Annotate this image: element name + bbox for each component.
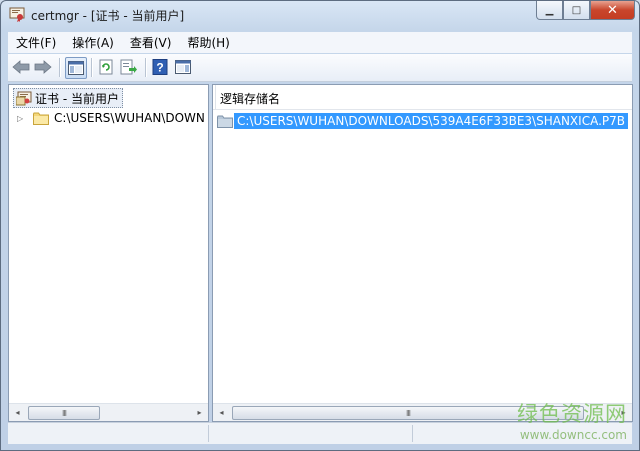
expand-arrow-icon[interactable]: ▷ [17, 114, 27, 123]
toolbar-separator [145, 58, 147, 77]
refresh-button[interactable] [97, 58, 115, 76]
details-horizontal-scrollbar[interactable]: ◂ III ▸ [213, 403, 632, 421]
certificates-snapin-icon [16, 91, 32, 105]
window-title: certmgr - [证书 - 当前用户] [31, 9, 185, 23]
back-button[interactable] [12, 58, 30, 76]
scroll-thumb[interactable]: III [232, 406, 584, 420]
scroll-right-icon[interactable]: ▸ [615, 404, 632, 421]
show-hide-console-tree-icon [68, 61, 84, 75]
export-list-icon [120, 59, 137, 75]
forward-arrow-icon [34, 60, 52, 74]
back-arrow-icon [12, 60, 30, 74]
maximize-icon: □ [571, 4, 582, 16]
toolbar-separator [59, 58, 61, 77]
grip-icon: III [405, 408, 411, 418]
column-divider [215, 85, 216, 109]
app-window: certmgr - [证书 - 当前用户] ▁ □ ✕ 文件(F) 操作(A) … [0, 0, 640, 451]
forward-button[interactable] [34, 58, 52, 76]
status-cell [208, 425, 413, 442]
folder-icon [33, 112, 49, 125]
menu-bar: 文件(F) 操作(A) 查看(V) 帮助(H) [8, 32, 632, 53]
help-button[interactable]: ? [151, 58, 169, 76]
tree-root-node[interactable]: 证书 - 当前用户 [13, 88, 123, 108]
minimize-button[interactable]: ▁ [536, 1, 563, 20]
toolbar-separator [91, 58, 93, 77]
tree-store-node[interactable]: ▷ C:\USERS\WUHAN\DOWN [17, 109, 205, 127]
tree-horizontal-scrollbar[interactable]: ◂ III ▸ [9, 403, 208, 421]
console-tree-pane[interactable]: 证书 - 当前用户 ▷ C:\USERS\WUHAN\DOWN ◂ III ▸ [8, 84, 209, 422]
status-bar [8, 422, 632, 444]
column-header[interactable]: 逻辑存储名 [213, 85, 632, 110]
help-icon: ? [152, 59, 168, 75]
scroll-thumb[interactable]: III [28, 406, 100, 420]
scroll-left-icon[interactable]: ◂ [9, 404, 26, 421]
menu-view[interactable]: 查看(V) [122, 34, 180, 51]
minimize-icon: ▁ [545, 4, 554, 16]
tree-store-label: C:\USERS\WUHAN\DOWN [54, 111, 205, 125]
tree-root-label: 证书 - 当前用户 [35, 91, 119, 106]
certificate-manager-icon [9, 7, 25, 22]
scroll-left-icon[interactable]: ◂ [213, 404, 230, 421]
close-button[interactable]: ✕ [590, 1, 635, 20]
list-item-label: C:\USERS\WUHAN\DOWNLOADS\539A4E6F33BE3\S… [234, 113, 628, 129]
column-header-label: 逻辑存储名 [220, 92, 281, 106]
title-bar[interactable]: certmgr - [证书 - 当前用户] ▁ □ ✕ [1, 1, 639, 29]
status-cell [412, 425, 631, 442]
menu-action[interactable]: 操作(A) [64, 34, 122, 51]
scroll-right-icon[interactable]: ▸ [191, 404, 208, 421]
action-pane-icon [175, 60, 191, 74]
action-pane-button[interactable] [174, 58, 192, 76]
toolbar: ? [8, 54, 632, 82]
caption-buttons: ▁ □ ✕ [536, 1, 635, 21]
menu-file[interactable]: 文件(F) [8, 34, 64, 51]
show-hide-console-tree-button[interactable] [65, 57, 87, 79]
refresh-icon [99, 59, 113, 75]
list-item[interactable]: C:\USERS\WUHAN\DOWNLOADS\539A4E6F33BE3\S… [217, 112, 628, 130]
svg-text:?: ? [156, 61, 163, 75]
folder-icon [217, 115, 233, 128]
menu-help[interactable]: 帮助(H) [179, 34, 237, 51]
details-pane[interactable]: 逻辑存储名 C:\USERS\WUHAN\DOWNLOADS\539A4E6F3… [212, 84, 633, 422]
close-icon: ✕ [607, 2, 618, 18]
export-list-button[interactable] [120, 58, 138, 76]
maximize-button[interactable]: □ [563, 1, 590, 20]
grip-icon: III [61, 408, 67, 418]
